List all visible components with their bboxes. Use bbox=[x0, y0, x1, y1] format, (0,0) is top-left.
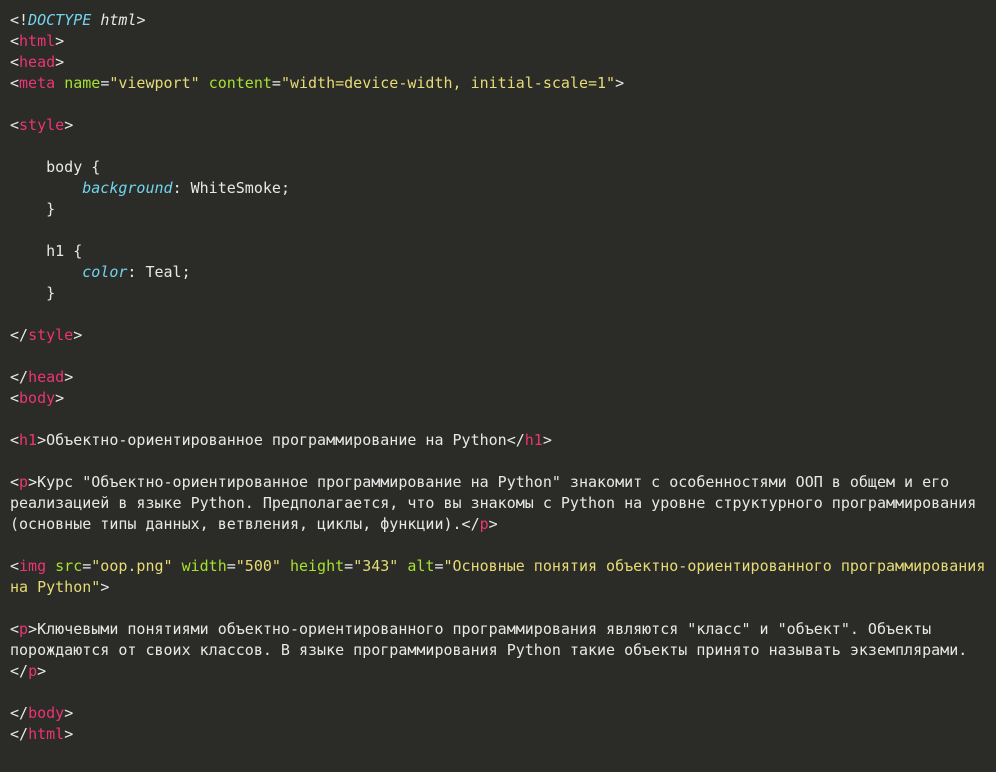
style-open-tag: style bbox=[19, 116, 64, 134]
css-color-val: Teal bbox=[145, 263, 181, 281]
head-open-tag: head bbox=[19, 53, 55, 71]
img-src-val: "oop.png" bbox=[91, 557, 172, 575]
html-close-tag: html bbox=[28, 725, 64, 743]
meta-name-attr: name bbox=[64, 74, 100, 92]
img-alt-attr: alt bbox=[407, 557, 434, 575]
img-height-attr: height bbox=[290, 557, 344, 575]
doctype-html: html bbox=[100, 11, 136, 29]
body-open-tag: body bbox=[19, 389, 55, 407]
img-width-attr: width bbox=[182, 557, 227, 575]
h1-text: Объектно-ориентированное программировани… bbox=[46, 431, 507, 449]
body-close-tag: body bbox=[28, 704, 64, 722]
p2-close-tag: p bbox=[28, 662, 37, 680]
doctype-keyword: DOCTYPE bbox=[28, 11, 91, 29]
css-background-val: WhiteSmoke bbox=[191, 179, 281, 197]
meta-tag: meta bbox=[19, 74, 55, 92]
angle-open: <! bbox=[10, 11, 28, 29]
code-editor[interactable]: <!DOCTYPE html> <html> <head> <meta name… bbox=[10, 10, 986, 745]
h1-close-tag: h1 bbox=[525, 431, 543, 449]
img-tag: img bbox=[19, 557, 46, 575]
css-background-prop: background bbox=[82, 179, 172, 197]
css-body-selector: body bbox=[46, 158, 82, 176]
p2-text: Ключевыми понятиями объектно-ориентирова… bbox=[10, 620, 967, 659]
img-src-attr: src bbox=[55, 557, 82, 575]
img-width-val: "500" bbox=[236, 557, 281, 575]
angle-close: > bbox=[136, 11, 145, 29]
p2-open-tag: p bbox=[19, 620, 28, 638]
h1-open-tag: h1 bbox=[19, 431, 37, 449]
meta-name-val: "viewport" bbox=[109, 74, 199, 92]
meta-content-attr: content bbox=[209, 74, 272, 92]
meta-content-val: "width=device-width, initial-scale=1" bbox=[281, 74, 615, 92]
p1-close-tag: p bbox=[480, 515, 489, 533]
css-color-prop: color bbox=[82, 263, 127, 281]
img-height-val: "343" bbox=[353, 557, 398, 575]
p1-open-tag: p bbox=[19, 473, 28, 491]
style-close-tag: style bbox=[28, 326, 73, 344]
html-open-tag: html bbox=[19, 32, 55, 50]
head-close-tag: head bbox=[28, 368, 64, 386]
css-h1-selector: h1 bbox=[46, 242, 64, 260]
